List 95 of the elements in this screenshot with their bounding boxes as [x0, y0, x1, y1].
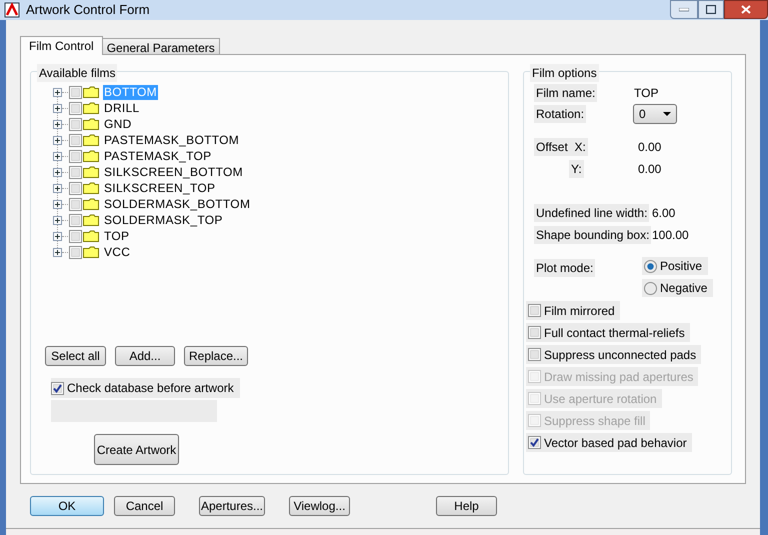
- window-title: Artwork Control Form: [26, 1, 150, 20]
- expand-icon[interactable]: [53, 232, 62, 240]
- field-label: Undefined line width:: [534, 204, 650, 222]
- field-label: Y:: [569, 160, 584, 178]
- checkbox-label: Film mirrored: [544, 302, 615, 320]
- radio-button[interactable]: [644, 260, 657, 272]
- checkbox[interactable]: [69, 102, 82, 114]
- group-title: Available films: [37, 64, 118, 82]
- tree-item[interactable]: TOP: [103, 228, 130, 244]
- checkbox-label: Vector based pad behavior: [544, 434, 687, 452]
- folder-icon: [83, 86, 99, 98]
- field-value: TOP: [634, 85, 658, 102]
- checkbox[interactable]: [69, 182, 82, 194]
- tab[interactable]: General Parameters: [102, 38, 220, 54]
- maximize-button[interactable]: [698, 0, 724, 19]
- checkbox-label: Full contact thermal-reliefs: [544, 324, 685, 342]
- tree-item[interactable]: VCC: [103, 244, 132, 260]
- tree-item[interactable]: SOLDERMASK_TOP: [103, 212, 224, 228]
- checkbox-label: Draw missing pad apertures: [544, 368, 694, 386]
- field-value: 6.00: [652, 205, 676, 222]
- button[interactable]: Select all: [45, 346, 106, 366]
- close-icon: [741, 5, 751, 14]
- checkbox[interactable]: [69, 246, 82, 258]
- expand-icon[interactable]: [53, 152, 62, 160]
- expand-icon[interactable]: [53, 168, 62, 176]
- button[interactable]: Replace...: [184, 346, 248, 366]
- radio-label: Positive: [660, 258, 702, 275]
- button[interactable]: Add...: [115, 346, 175, 366]
- checkbox[interactable]: [51, 382, 64, 394]
- tree-item[interactable]: SILKSCREEN_TOP: [103, 180, 216, 196]
- folder-icon: [83, 150, 99, 162]
- minimize-icon: [679, 8, 689, 12]
- folder-icon: [83, 198, 99, 210]
- checkbox[interactable]: [528, 436, 541, 449]
- checkbox[interactable]: [69, 230, 82, 242]
- field-label: Film name:: [534, 84, 598, 102]
- folder-icon: [83, 102, 99, 114]
- folder-icon: [83, 166, 99, 178]
- button[interactable]: Help: [436, 496, 497, 516]
- maximize-icon: [706, 5, 716, 14]
- expand-icon[interactable]: [53, 136, 62, 144]
- app-icon: [4, 2, 20, 18]
- checkbox-label: Use aperture rotation: [544, 390, 657, 408]
- checkbox-label: Suppress unconnected pads: [544, 346, 696, 364]
- expand-icon[interactable]: [53, 184, 62, 192]
- tree-item[interactable]: SILKSCREEN_BOTTOM: [103, 164, 244, 180]
- folder-icon: [83, 246, 99, 258]
- tree-item[interactable]: DRILL: [103, 100, 141, 116]
- folder-icon: [83, 230, 99, 242]
- checkbox-label: Suppress shape fill: [544, 412, 646, 430]
- folder-icon: [83, 118, 99, 130]
- create-artwork-button[interactable]: Create Artwork: [94, 434, 179, 465]
- field-label: Plot mode:: [534, 259, 596, 277]
- field-label: Rotation:: [534, 105, 586, 123]
- expand-icon[interactable]: [53, 88, 62, 96]
- field-label: Shape bounding box:: [534, 226, 652, 244]
- button[interactable]: Apertures...: [199, 496, 265, 516]
- tree-item[interactable]: PASTEMASK_TOP: [103, 148, 212, 164]
- checkbox[interactable]: [69, 166, 82, 178]
- expand-icon[interactable]: [53, 104, 62, 112]
- tree-item[interactable]: PASTEMASK_BOTTOM: [103, 132, 240, 148]
- field-label: Offset X:: [534, 138, 588, 156]
- checkbox[interactable]: [528, 326, 541, 339]
- expand-icon[interactable]: [53, 200, 62, 208]
- tree-item[interactable]: SOLDERMASK_BOTTOM: [103, 196, 252, 212]
- checkbox[interactable]: [528, 304, 541, 317]
- button[interactable]: Cancel: [114, 496, 175, 516]
- expand-icon[interactable]: [53, 120, 62, 128]
- checkbox[interactable]: [69, 150, 82, 162]
- radio-button[interactable]: [644, 282, 657, 294]
- field-value: 0.00: [638, 161, 662, 178]
- checkbox-label: Check database before artwork: [67, 380, 234, 397]
- checkbox[interactable]: [69, 86, 82, 98]
- tab[interactable]: Film Control: [20, 36, 103, 55]
- radio-label: Negative: [660, 280, 708, 297]
- field-value: 0.00: [638, 139, 662, 156]
- tree-item[interactable]: GND: [103, 116, 133, 132]
- checkbox[interactable]: [69, 134, 82, 146]
- group-title: Film options: [530, 64, 599, 82]
- checkbox[interactable]: [69, 118, 82, 130]
- checkbox[interactable]: [528, 348, 541, 361]
- button[interactable]: OK: [30, 496, 104, 516]
- dropdown-arrow-icon: [663, 112, 671, 116]
- folder-icon: [83, 214, 99, 226]
- close-button[interactable]: [724, 0, 768, 19]
- expand-icon[interactable]: [53, 216, 62, 224]
- folder-icon: [83, 182, 99, 194]
- checkbox[interactable]: [69, 214, 82, 226]
- checkbox[interactable]: [69, 198, 82, 210]
- folder-icon: [83, 134, 99, 146]
- button[interactable]: Viewlog...: [289, 496, 350, 516]
- expand-icon[interactable]: [53, 248, 62, 256]
- rotation-dropdown[interactable]: 0: [633, 104, 677, 124]
- minimize-button[interactable]: [670, 0, 698, 19]
- field-value: 100.00: [652, 227, 689, 244]
